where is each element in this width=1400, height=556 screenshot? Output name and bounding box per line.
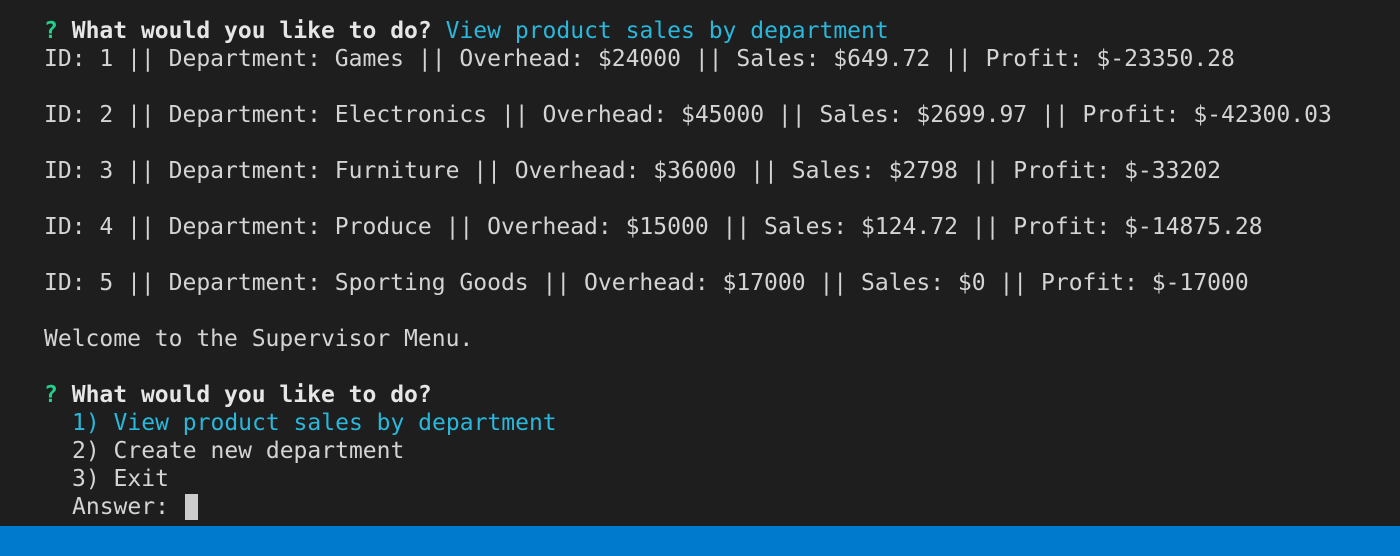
answer-input-line[interactable]: Answer: <box>44 493 1400 521</box>
menu-option-exit[interactable]: 3) Exit <box>44 465 1400 493</box>
department-row: ID: 4 || Department: Produce || Overhead… <box>44 214 1263 240</box>
terminal-output: ? What would you like to do? View produc… <box>44 17 1400 521</box>
menu-prompt-line: ? What would you like to do? <box>44 381 1400 409</box>
menu-prompt-question: What would you like to do? <box>71 382 432 408</box>
prompt-question: What would you like to do? <box>71 18 432 44</box>
prompt-line: ? What would you like to do? View produc… <box>44 17 1400 45</box>
department-row: ID: 2 || Department: Electronics || Over… <box>44 102 1332 128</box>
welcome-message: Welcome to the Supervisor Menu. <box>44 326 474 352</box>
question-mark-icon: ? <box>44 382 58 408</box>
menu-option-view-sales[interactable]: 1) View product sales by department <box>44 409 1400 437</box>
status-bar <box>0 526 1400 556</box>
answer-label: Answer: <box>72 494 183 520</box>
department-row: ID: 1 || Department: Games || Overhead: … <box>44 46 1235 72</box>
menu-option-create-department[interactable]: 2) Create new department <box>44 437 1400 465</box>
question-mark-icon: ? <box>44 18 58 44</box>
department-row: ID: 5 || Department: Sporting Goods || O… <box>44 270 1249 296</box>
text-cursor[interactable] <box>184 494 198 520</box>
department-row: ID: 3 || Department: Furniture || Overhe… <box>44 158 1222 184</box>
prompt-answer: View product sales by department <box>445 18 889 44</box>
